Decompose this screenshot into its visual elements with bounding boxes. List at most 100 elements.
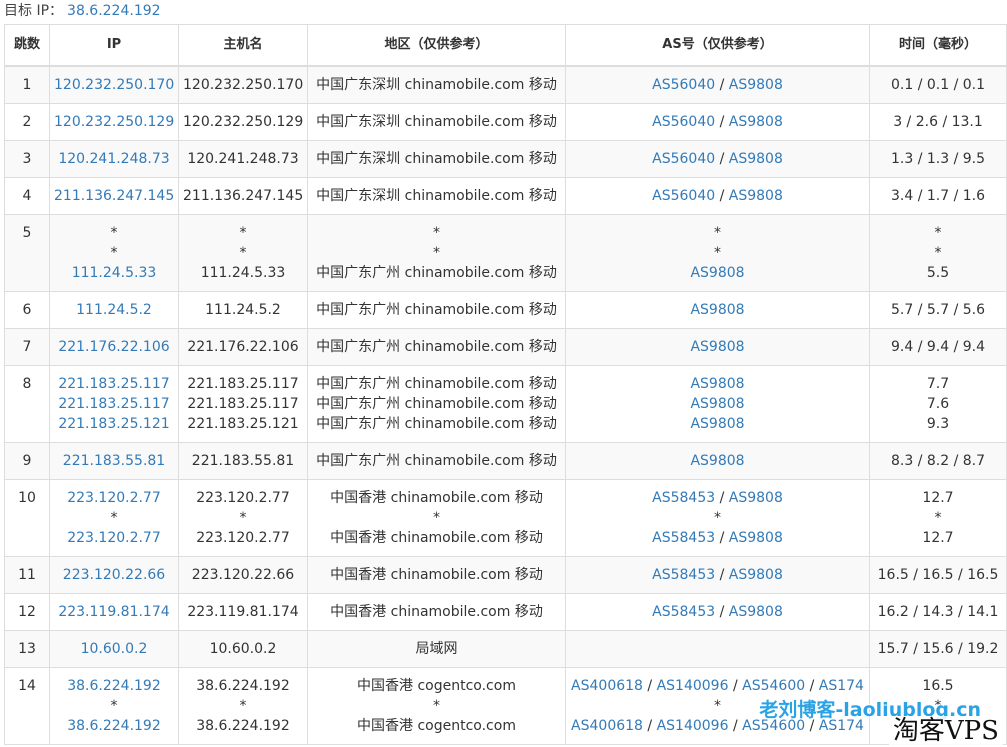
header-time: 时间（毫秒）: [869, 24, 1007, 67]
ip-timeout: *: [110, 510, 118, 526]
ip-timeout: *: [110, 698, 118, 714]
as-link[interactable]: AS9808: [729, 188, 783, 204]
as-link[interactable]: AS9808: [690, 302, 744, 318]
ip-link[interactable]: 111.24.5.2: [54, 300, 174, 320]
as-link[interactable]: AS9808: [690, 376, 744, 392]
time-text: 0.1 / 0.1 / 0.1: [890, 77, 986, 93]
ip-link[interactable]: 223.120.2.77: [54, 488, 174, 508]
ip-link[interactable]: 38.6.224.192: [54, 676, 174, 696]
ip-link[interactable]: 10.60.0.2: [54, 639, 174, 659]
as-line: AS58453 / AS9808: [570, 602, 865, 622]
ip-link[interactable]: 223.120.2.77: [54, 528, 174, 548]
hostname-cell: 221.183.55.81: [178, 442, 308, 480]
ip-link[interactable]: 221.176.22.106: [54, 337, 174, 357]
ip-timeout: *: [110, 225, 118, 241]
as-link[interactable]: AS9808: [690, 265, 744, 281]
time-text: 9.4 / 9.4 / 9.4: [890, 339, 986, 355]
as-line: AS9808: [570, 300, 865, 320]
as-link[interactable]: AS58453: [652, 604, 715, 620]
as-link[interactable]: AS54600: [742, 678, 805, 694]
region-text: 中国广东广州 chinamobile.com 移动: [316, 376, 557, 392]
region-cell: 中国香港 cogentco.com * 中国香港 cogentco.com: [307, 667, 566, 745]
time-text: 5.5: [926, 265, 950, 281]
header-hop: 跳数: [4, 24, 50, 67]
as-separator: /: [728, 718, 743, 734]
as-link[interactable]: AS140096: [657, 678, 729, 694]
as-link[interactable]: AS9808: [729, 151, 783, 167]
as-link[interactable]: AS174: [819, 678, 864, 694]
as-line: AS58453 / AS9808: [570, 565, 865, 585]
region-text: 中国广东广州 chinamobile.com 移动: [316, 453, 557, 469]
region-cell: 中国广东广州 chinamobile.com 移动: [307, 328, 566, 366]
region-text: *: [433, 225, 440, 241]
as-line: AS9808: [570, 337, 865, 357]
as-separator: /: [715, 114, 729, 130]
ip-link[interactable]: 211.136.247.145: [54, 186, 174, 206]
as-link[interactable]: AS58453: [652, 530, 715, 546]
as-link[interactable]: AS9808: [690, 416, 744, 432]
hostname-text: 221.176.22.106: [187, 339, 299, 355]
as-link[interactable]: AS9808: [729, 567, 783, 583]
time-text: 7.7: [926, 376, 950, 392]
region-text: 中国香港 chinamobile.com 移动: [330, 530, 543, 546]
time-text: *: [934, 510, 942, 526]
hop-number: 6: [4, 291, 50, 329]
as-link[interactable]: AS56040: [652, 77, 715, 93]
as-link[interactable]: AS56040: [652, 151, 715, 167]
ip-link[interactable]: 221.183.25.117: [54, 374, 174, 394]
target-ip-line: 目标 IP： 38.6.224.192: [0, 0, 1007, 24]
hostname-text: *: [239, 698, 247, 714]
ip-link[interactable]: 120.232.250.170: [54, 75, 174, 95]
as-link[interactable]: AS58453: [652, 567, 715, 583]
target-ip-value[interactable]: 38.6.224.192: [67, 3, 161, 19]
ip-timeout: *: [110, 245, 118, 261]
as-link[interactable]: AS56040: [652, 188, 715, 204]
hostname-cell: * * 111.24.5.33: [178, 214, 308, 292]
hostname-cell: 120.232.250.170: [178, 65, 308, 104]
as-line: *: [570, 223, 865, 243]
ip-link[interactable]: 221.183.25.121: [54, 414, 174, 434]
hostname-cell: 223.119.81.174: [178, 593, 308, 631]
as-link[interactable]: AS140096: [657, 718, 729, 734]
as-link[interactable]: AS9808: [729, 490, 783, 506]
table-row: 4 211.136.247.145 211.136.247.145 中国广东深圳 ch…: [4, 177, 1007, 215]
hostname-text: 38.6.224.192: [196, 678, 290, 694]
time-cell: 15.7 / 15.6 / 19.2: [869, 630, 1007, 668]
ip-link[interactable]: 221.183.25.117: [54, 394, 174, 414]
time-text: 3 / 2.6 / 13.1: [893, 114, 983, 130]
region-text: 中国广东深圳 chinamobile.com 移动: [316, 188, 557, 204]
ip-link[interactable]: 120.241.248.73: [54, 149, 174, 169]
ip-link[interactable]: 120.232.250.129: [54, 112, 174, 132]
region-cell: 中国香港 chinamobile.com 移动: [307, 593, 566, 631]
ip-link[interactable]: 221.183.55.81: [54, 451, 174, 471]
time-cell: 1.3 / 1.3 / 9.5: [869, 140, 1007, 178]
as-link[interactable]: AS9808: [690, 339, 744, 355]
hostname-text: 221.183.25.117: [187, 396, 299, 412]
as-line: AS56040 / AS9808: [570, 149, 865, 169]
as-line: AS58453 / AS9808: [570, 488, 865, 508]
as-link[interactable]: AS9808: [690, 453, 744, 469]
region-text: 中国广东广州 chinamobile.com 移动: [316, 302, 557, 318]
ip-link[interactable]: 38.6.224.192: [54, 716, 174, 736]
as-link[interactable]: AS400618: [571, 678, 643, 694]
as-line: AS9808: [570, 394, 865, 414]
as-line: AS9808: [570, 451, 865, 471]
as-link[interactable]: AS9808: [729, 114, 783, 130]
time-text: 5.7 / 5.7 / 5.6: [890, 302, 986, 318]
as-separator: /: [715, 604, 729, 620]
as-link[interactable]: AS400618: [571, 718, 643, 734]
time-cell: 12.7 * 12.7: [869, 479, 1007, 557]
time-text: 16.5: [922, 678, 954, 694]
as-link[interactable]: AS9808: [729, 77, 783, 93]
ip-link[interactable]: 223.119.81.174: [54, 602, 174, 622]
hostname-text: *: [239, 245, 247, 261]
as-link[interactable]: AS56040: [652, 114, 715, 130]
as-link[interactable]: AS58453: [652, 490, 715, 506]
as-cell: AS56040 / AS9808: [565, 177, 870, 215]
ip-link[interactable]: 111.24.5.33: [54, 263, 174, 283]
as-link[interactable]: AS9808: [729, 604, 783, 620]
as-link[interactable]: AS9808: [729, 530, 783, 546]
ip-link[interactable]: 223.120.22.66: [54, 565, 174, 585]
as-link[interactable]: AS9808: [690, 396, 744, 412]
hostname-cell: 223.120.22.66: [178, 556, 308, 594]
